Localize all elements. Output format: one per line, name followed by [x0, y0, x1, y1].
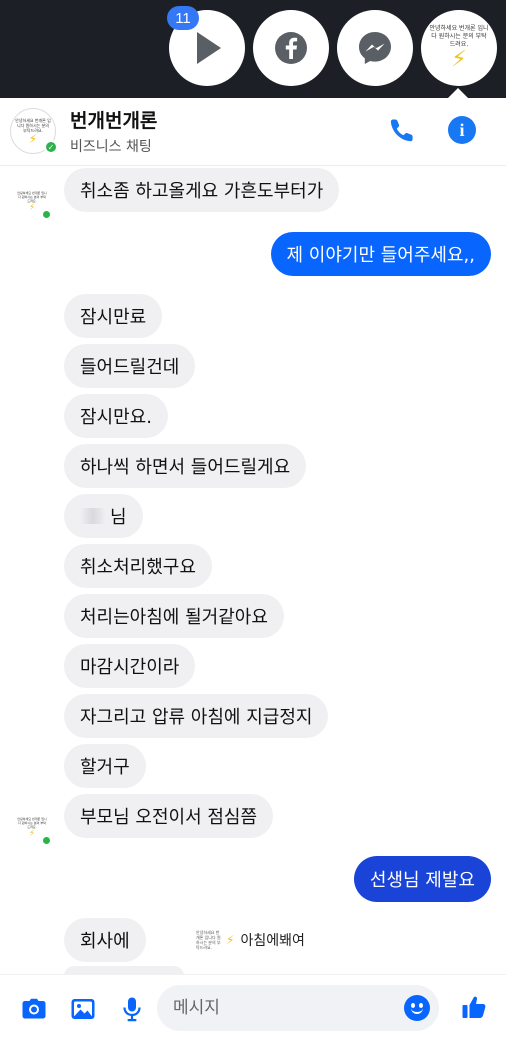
online-status-icon	[41, 209, 52, 220]
online-status-icon	[41, 835, 52, 846]
message-incoming[interactable]: 자그리고 압류 아침에 지급정지	[64, 694, 329, 738]
message-outgoing[interactable]: 제 이야기만 들어주세요,,	[270, 232, 491, 276]
chat-subtitle: 비즈니스 채팅	[70, 139, 152, 155]
message-incoming[interactable]: 취소좀 하고올게요 가흔도부터가	[64, 168, 340, 212]
sender-avatar[interactable]: 안녕하세요 번개론 입니다 원하시는 분의 부탁드려요. ⚡	[14, 810, 52, 846]
message-incoming[interactable]: 처리는아침에 될거같아요	[64, 594, 284, 638]
messenger-icon	[359, 32, 391, 64]
play-icon	[197, 32, 221, 64]
page-title[interactable]: 번개번개론	[70, 106, 157, 133]
emoji-icon[interactable]	[404, 995, 430, 1021]
message-composer	[0, 974, 506, 1040]
image-icon[interactable]	[69, 995, 97, 1023]
message-text: 부모님 오전이서 점심쯤	[80, 807, 258, 828]
message-incoming[interactable]: 부모님 오전이서 점심쯤	[64, 794, 274, 838]
lightning-icon: ⚡	[451, 47, 467, 72]
message-text: 할거구	[80, 757, 130, 778]
lightning-icon: ⚡	[28, 131, 38, 146]
message-text: 하나씩 하면서 들어드릴게요	[80, 457, 291, 478]
message-outgoing[interactable]: 선생님 제발요	[353, 856, 491, 902]
avatar-text: 안녕하세요 번개론 입니다 원하시는 분의 부탁드려요.	[17, 191, 47, 203]
lightning-icon: ⚡	[28, 203, 36, 213]
avatar-text: 안녕하세요 번개론 입니다 원하시는 분의 부탁드려요.	[15, 117, 51, 133]
chat-head-facebook[interactable]	[253, 10, 329, 86]
microphone-icon[interactable]	[118, 995, 146, 1023]
verified-check-icon: ✓	[44, 140, 58, 154]
facebook-icon	[275, 32, 307, 64]
message-incoming[interactable]: 잠시만요.	[64, 394, 168, 438]
message-text: 처리는아침에 될거같아요	[80, 607, 268, 628]
preview-text: 아침에봬여	[240, 933, 305, 949]
message-text: 들어드릴건데	[80, 357, 180, 378]
message-text: 취소처리했구요	[80, 557, 196, 578]
message-incoming[interactable]: 취소처리했구요	[64, 544, 212, 588]
camera-icon[interactable]	[20, 995, 48, 1023]
lightning-icon: ⚡	[28, 829, 36, 839]
redacted-name	[80, 508, 106, 524]
message-text: 마감시간이라	[80, 657, 180, 678]
message-text: 회사에	[80, 931, 130, 952]
message-incoming[interactable]: 님	[64, 494, 143, 538]
seen-preview: 안녕하세요 번개론 입니다 원하시는 분의 부탁드려요. ⚡ 아침에봬여	[196, 930, 305, 950]
message-text: 선생님 제발요	[369, 870, 475, 891]
message-text: 잠시만료	[80, 307, 147, 328]
thumbs-up-icon[interactable]	[460, 993, 488, 1021]
brand-avatar-text: 안녕하세요 번개론 입니다 원하시는 분의 부탁드려요.	[429, 25, 489, 48]
info-icon[interactable]: i	[448, 116, 476, 144]
chat-head-brand[interactable]: 안녕하세요 번개론 입니다 원하시는 분의 부탁드려요. ⚡	[421, 10, 497, 86]
phone-icon[interactable]	[388, 116, 416, 144]
message-incoming[interactable]: 할거구	[64, 744, 146, 788]
message-incoming[interactable]: 마감시간이라	[64, 644, 196, 688]
message-incoming[interactable]: 회사에	[64, 918, 146, 962]
message-incoming[interactable]: 잠시만료	[64, 294, 163, 338]
avatar[interactable]: 안녕하세요 번개론 입니다 원하시는 분의 부탁드려요. ⚡ ✓	[10, 108, 58, 154]
message-text: 취소좀 하고올게요 가흔도부터가	[80, 181, 324, 202]
message-text: 잠시만요.	[80, 407, 152, 428]
sender-avatar[interactable]: 안녕하세요 번개론 입니다 원하시는 분의 부탁드려요. ⚡	[14, 184, 52, 220]
chat-head-messenger[interactable]	[337, 10, 413, 86]
lightning-icon: ⚡	[226, 933, 235, 947]
message-text: 제 이야기만 들어주세요,,	[286, 245, 476, 266]
message-incoming[interactable]: 들어드릴건데	[64, 344, 196, 388]
chat-header: 안녕하세요 번개론 입니다 원하시는 분의 부탁드려요. ⚡ ✓ 번개번개론 비…	[0, 98, 506, 166]
chat-panel: 안녕하세요 번개론 입니다 원하시는 분의 부탁드려요. ⚡ ✓ 번개번개론 비…	[0, 98, 506, 1040]
message-text: 자그리고 압류 아침에 지급정지	[80, 707, 313, 728]
avatar-text: 안녕하세요 번개론 입니다 원하시는 분의 부탁드려요.	[196, 930, 221, 950]
message-incoming[interactable]: 하나씩 하면서 들어드릴게요	[64, 444, 307, 488]
avatar-text: 안녕하세요 번개론 입니다 원하시는 분의 부탁드려요.	[17, 817, 47, 829]
message-text: 님	[110, 507, 127, 528]
unread-count-badge: 11	[167, 6, 199, 30]
active-head-pointer	[448, 88, 468, 98]
message-input[interactable]	[157, 985, 439, 1031]
